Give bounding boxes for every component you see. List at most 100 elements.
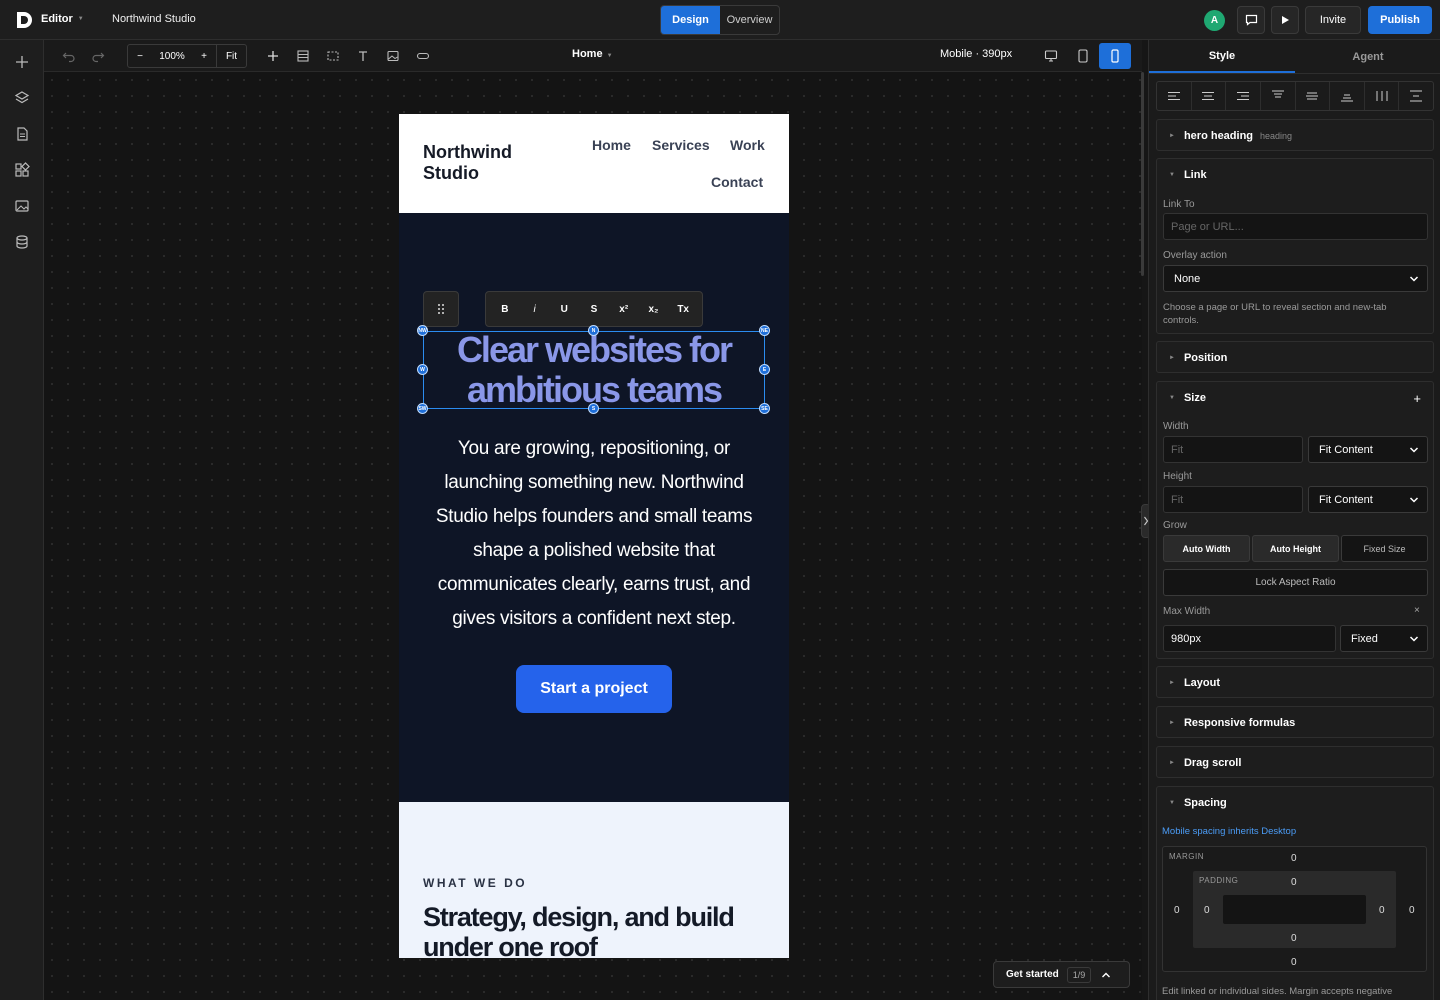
comments-button[interactable] [1237, 6, 1265, 34]
grow-fixed-size-button[interactable]: Fixed Size [1341, 535, 1428, 562]
margin-top-value[interactable]: 0 [1291, 853, 1297, 864]
zoom-level[interactable]: 100% [152, 45, 192, 67]
distribute-vertical-icon[interactable] [1399, 82, 1433, 110]
site-header[interactable]: Northwind Studio Home Services Work Cont… [399, 114, 789, 213]
margin-left-value[interactable]: 0 [1174, 905, 1180, 916]
resize-handle-e[interactable]: E [759, 364, 770, 375]
align-right-icon[interactable] [1226, 82, 1261, 110]
tablet-view-button[interactable] [1067, 43, 1099, 69]
components-icon[interactable] [14, 162, 30, 178]
bold-button[interactable]: B [490, 304, 520, 315]
height-input[interactable]: Fit [1163, 486, 1303, 513]
section-heading[interactable]: Strategy, design, and build under one ro… [423, 902, 763, 958]
resize-handle-w[interactable]: W [417, 364, 428, 375]
width-input[interactable]: Fit [1163, 436, 1303, 463]
add-element-icon[interactable] [14, 54, 30, 70]
padding-right-value[interactable]: 0 [1379, 905, 1385, 916]
app-logo-icon[interactable] [14, 10, 34, 30]
align-left-icon[interactable] [1157, 82, 1192, 110]
overlay-action-select[interactable]: None [1163, 265, 1428, 292]
resize-handle-sw[interactable]: SW [417, 403, 428, 414]
link-to-input[interactable]: Page or URL... [1163, 213, 1428, 240]
subscript-button[interactable]: x₂ [639, 304, 669, 315]
site-brand[interactable]: Northwind Studio [423, 142, 533, 184]
padding-top-value[interactable]: 0 [1291, 877, 1297, 888]
undo-icon[interactable] [61, 48, 77, 64]
resize-handle-s[interactable]: S [588, 403, 599, 414]
resize-handle-se[interactable]: SE [759, 403, 770, 414]
add-size-icon[interactable]: + [1413, 391, 1421, 406]
canvas-scrollbar[interactable] [1141, 72, 1144, 276]
resize-handle-nw[interactable]: NW [417, 325, 428, 336]
padding-bottom-value[interactable]: 0 [1291, 933, 1297, 944]
start-project-button[interactable]: Start a project [516, 665, 672, 713]
responsive-formulas-section[interactable]: ► Responsive formulas [1156, 706, 1434, 738]
align-top-icon[interactable] [1261, 82, 1296, 110]
grow-auto-width-button[interactable]: Auto Width [1163, 535, 1250, 562]
add-icon[interactable] [265, 48, 281, 64]
zoom-in-button[interactable]: + [192, 45, 216, 67]
link-section-title[interactable]: Link [1184, 169, 1207, 181]
nav-link-contact[interactable]: Contact [711, 174, 763, 190]
services-section[interactable]: WHAT WE DO Strategy, design, and build u… [399, 802, 789, 958]
publish-button[interactable]: Publish [1368, 6, 1432, 34]
redo-icon[interactable] [90, 48, 106, 64]
align-center-icon[interactable] [1192, 82, 1227, 110]
caret-down-icon[interactable]: ▼ [1169, 800, 1175, 806]
button-tool-icon[interactable] [415, 48, 431, 64]
lock-aspect-ratio-button[interactable]: Lock Aspect Ratio [1163, 569, 1428, 596]
size-title[interactable]: Size [1184, 392, 1206, 404]
pages-icon[interactable] [14, 126, 30, 142]
caret-down-icon[interactable]: ▼ [1169, 172, 1175, 178]
zoom-out-button[interactable]: − [128, 45, 152, 67]
resize-handle-ne[interactable]: NE [759, 325, 770, 336]
margin-bottom-value[interactable]: 0 [1291, 957, 1297, 968]
italic-button[interactable]: i [520, 304, 550, 315]
resize-handle-n[interactable]: N [588, 325, 599, 336]
element-section[interactable]: ► hero heading heading [1156, 119, 1434, 151]
assets-image-icon[interactable] [14, 198, 30, 214]
page-selector[interactable]: Home ▼ [572, 48, 613, 60]
max-width-input[interactable]: 980px [1163, 625, 1336, 652]
image-tool-icon[interactable] [385, 48, 401, 64]
caret-down-icon[interactable]: ▼ [1169, 395, 1175, 401]
distribute-horizontal-icon[interactable] [1365, 82, 1400, 110]
height-mode-select[interactable]: Fit Content [1308, 486, 1428, 513]
chevron-up-icon[interactable] [1101, 971, 1111, 979]
nav-link-home[interactable]: Home [592, 137, 631, 153]
tab-style[interactable]: Style [1149, 40, 1295, 73]
get-started-checklist[interactable]: Get started 1/9 [993, 961, 1130, 988]
max-width-mode-select[interactable]: Fixed [1340, 625, 1428, 652]
mode-design-tab[interactable]: Design [661, 6, 720, 34]
frame-icon[interactable] [325, 48, 341, 64]
underline-button[interactable]: U [549, 304, 579, 315]
strikethrough-button[interactable]: S [579, 304, 609, 315]
hero-subtext[interactable]: You are growing, repositioning, or launc… [419, 432, 769, 636]
margin-right-value[interactable]: 0 [1409, 905, 1415, 916]
section-eyebrow[interactable]: WHAT WE DO [423, 876, 527, 890]
project-name[interactable]: Northwind Studio [112, 13, 196, 25]
tab-agent[interactable]: Agent [1295, 40, 1440, 73]
mobile-view-button[interactable] [1099, 43, 1131, 69]
editor-menu[interactable]: Editor ▼ [41, 13, 84, 25]
invite-button[interactable]: Invite [1305, 6, 1361, 34]
spacing-title[interactable]: Spacing [1184, 797, 1227, 809]
database-icon[interactable] [14, 234, 30, 250]
preview-button[interactable] [1271, 6, 1299, 34]
layout-section[interactable]: ► Layout [1156, 666, 1434, 698]
avatar[interactable]: A [1204, 10, 1225, 31]
drag-handle-button[interactable] [423, 291, 459, 327]
align-middle-icon[interactable] [1296, 82, 1331, 110]
position-section[interactable]: ► Position [1156, 341, 1434, 373]
section-icon[interactable] [295, 48, 311, 64]
desktop-view-button[interactable] [1035, 43, 1067, 69]
padding-left-value[interactable]: 0 [1204, 905, 1210, 916]
drag-scroll-section[interactable]: ► Drag scroll [1156, 746, 1434, 778]
align-bottom-icon[interactable] [1330, 82, 1365, 110]
nav-link-work[interactable]: Work [730, 137, 765, 153]
mode-overview-tab[interactable]: Overview [720, 6, 779, 34]
text-tool-icon[interactable] [355, 48, 371, 64]
layers-icon[interactable] [14, 90, 30, 106]
clear-max-width-icon[interactable]: × [1414, 605, 1420, 616]
width-mode-select[interactable]: Fit Content [1308, 436, 1428, 463]
